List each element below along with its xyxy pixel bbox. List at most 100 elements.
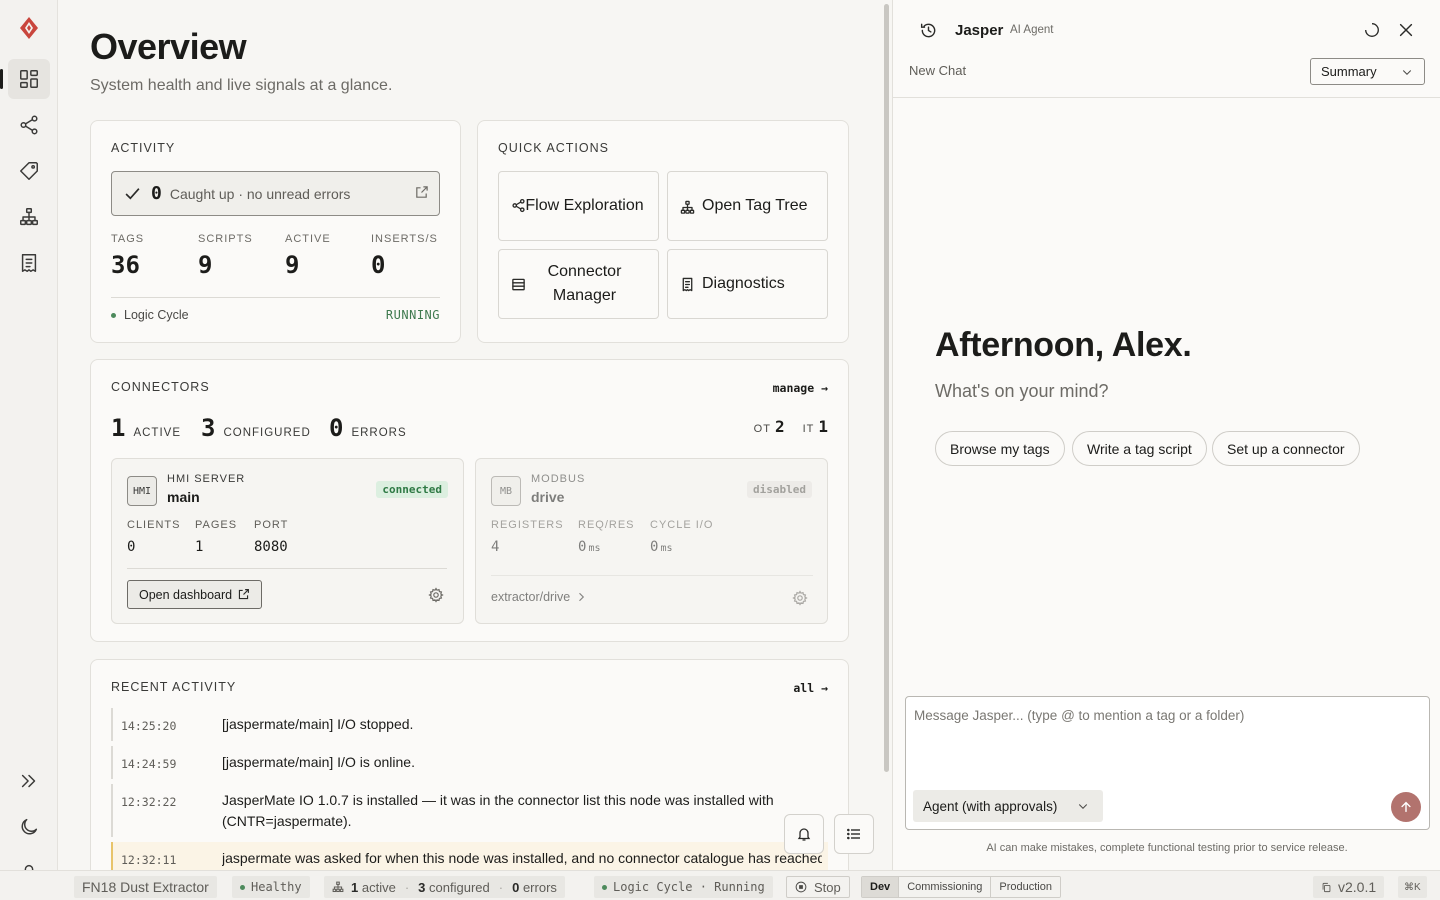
mode-select[interactable]: Summary (1310, 58, 1425, 85)
page-title: Overview (90, 26, 247, 67)
hierarchy-icon (680, 200, 695, 214)
theme-toggle[interactable] (8, 807, 50, 847)
logic-cycle-state: RUNNING (385, 308, 440, 322)
recent-activity-card: RECENT ACTIVITY all → 14:25:20 [jasperma… (90, 659, 849, 870)
external-link-icon[interactable] (414, 185, 429, 200)
arrow-up-icon (1401, 801, 1411, 813)
status-dot (602, 884, 607, 890)
activity-row[interactable]: 12:32:11 jaspermate was asked for when t… (111, 842, 828, 870)
hmi-server-card: HMI HMI SERVER main connected CLIENTS 0 P… (111, 458, 464, 624)
copy-icon (1322, 882, 1331, 892)
env-dev[interactable]: Dev (862, 877, 900, 897)
assistant-tag: AI Agent (1010, 24, 1054, 36)
gear-icon[interactable] (428, 587, 444, 603)
activity-card: ACTIVITY 0 Caught up · no unread errors … (90, 120, 461, 343)
device-name[interactable]: FN18 Dust Extractor (74, 876, 217, 898)
health-status: Healthy (232, 876, 310, 898)
agent-mode-select[interactable]: Agent (with approvals) (913, 790, 1103, 822)
page-subtitle: System health and live signals at a glan… (90, 77, 393, 94)
server-icon (512, 278, 525, 291)
activity-row[interactable]: 14:25:20 [jaspermate/main] I/O stopped. (111, 708, 828, 741)
quick-actions-title: QUICK ACTIONS (498, 141, 609, 155)
new-chat-link[interactable]: New Chat (909, 63, 966, 78)
brand-logo[interactable] (18, 16, 40, 40)
nav-overview[interactable] (0, 59, 50, 99)
env-commissioning[interactable]: Commissioning (899, 877, 992, 897)
stat-active: ACTIVE 9 (285, 233, 331, 279)
nav-hierarchy[interactable] (8, 197, 50, 237)
message-composer[interactable]: Message Jasper... (type @ to mention a t… (905, 696, 1430, 830)
chevron-right-icon (579, 592, 585, 602)
all-activity-link[interactable]: all → (793, 681, 828, 695)
stop-icon (795, 881, 807, 893)
nav-flows[interactable] (8, 105, 50, 145)
diagnostics-button[interactable]: Diagnostics (667, 249, 828, 319)
command-palette-shortcut[interactable]: ⌘K (1398, 876, 1427, 898)
divider (491, 575, 813, 576)
flow-exploration-button[interactable]: Flow Exploration (498, 171, 659, 241)
history-icon[interactable] (919, 21, 938, 40)
expand-icon (21, 774, 36, 788)
receipt-icon (21, 254, 37, 272)
logic-cycle-status: Logic Cycle (111, 308, 189, 322)
modbus-badge: MB (491, 476, 521, 506)
activity-row[interactable]: 12:32:22 JasperMate IO 1.0.7 is installe… (111, 784, 828, 837)
unread-errors-box[interactable]: 0 Caught up · no unread errors (111, 171, 440, 216)
status-bar: FN18 Dust Extractor Healthy 1 active · 3… (0, 870, 1440, 900)
connector-manager-button[interactable]: Connector Manager (498, 249, 659, 319)
close-icon[interactable] (1397, 21, 1415, 39)
recent-activity-title: RECENT ACTIVITY (111, 680, 237, 694)
external-link-icon (239, 589, 250, 600)
count-configured: 3 CONFIGURED (201, 414, 311, 442)
moon-icon (21, 818, 38, 835)
connector-summary[interactable]: 1 active · 3 configured · 0 errors (324, 876, 565, 898)
nav-logs[interactable] (8, 243, 50, 283)
environment-switcher: Dev Commissioning Production (861, 876, 1061, 898)
list-view-button[interactable] (834, 814, 874, 854)
status-badge: connected (376, 481, 448, 498)
suggestion-chip[interactable]: Set up a connector (1212, 431, 1360, 466)
main-content: Overview System health and live signals … (58, 0, 890, 870)
hierarchy-icon (332, 881, 344, 893)
stop-button[interactable]: Stop (786, 876, 850, 898)
main-scrollbar[interactable] (884, 4, 889, 772)
chevron-down-icon (1402, 70, 1412, 75)
connectors-title: CONNECTORS (111, 380, 210, 394)
env-production[interactable]: Production (991, 877, 1060, 897)
share-nodes-icon (20, 115, 38, 135)
divider (111, 297, 440, 298)
suggestion-chip[interactable]: Write a tag script (1072, 431, 1207, 466)
nav-tags[interactable] (8, 151, 50, 191)
activity-row[interactable]: 14:24:59 [jaspermate/main] I/O is online… (111, 746, 828, 779)
unread-count: 0 (151, 183, 162, 204)
expand-rail-button[interactable] (8, 761, 50, 801)
notifications-button[interactable] (784, 814, 824, 854)
modbus-card: MB MODBUS drive disabled REGISTERS 4 REQ/… (475, 458, 828, 624)
open-dashboard-button[interactable]: Open dashboard (127, 580, 263, 609)
greeting-prompt: What's on your mind? (935, 381, 1109, 401)
version-badge[interactable]: v2.0.1 (1313, 876, 1385, 898)
stat-tags: TAGS 36 (111, 233, 145, 279)
unread-text: Caught up · no unread errors (169, 185, 351, 202)
ai-disclaimer: AI can make mistakes, complete functiona… (986, 842, 1348, 854)
gear-icon[interactable] (792, 590, 808, 606)
nav-rail (0, 0, 58, 882)
message-input[interactable]: Message Jasper... (type @ to mention a t… (914, 708, 1244, 723)
suggestion-chip[interactable]: Browse my tags (935, 431, 1065, 466)
count-active: 1 ACTIVE (111, 414, 181, 442)
modbus-path-link[interactable]: extractor/drive (491, 590, 587, 604)
count-errors: 0 ERRORS (329, 414, 407, 442)
manage-link[interactable]: manage → (773, 381, 828, 395)
list-icon (846, 828, 860, 840)
panel-divider (893, 97, 1440, 98)
stat-inserts: INSERTS/S 0 (371, 233, 438, 279)
assistant-panel: Jasper AI Agent New Chat Summary Afterno… (892, 0, 1440, 870)
send-button[interactable] (1391, 792, 1421, 822)
quick-actions-card: QUICK ACTIONS Flow Exploration Open Tag … (477, 120, 849, 343)
open-tag-tree-button[interactable]: Open Tag Tree (667, 171, 828, 241)
status-dot (111, 313, 116, 319)
status-dot (240, 884, 245, 890)
logic-cycle-status: Logic Cycle · Running (594, 876, 773, 898)
check-icon (125, 188, 140, 200)
activity-title: ACTIVITY (111, 141, 176, 155)
